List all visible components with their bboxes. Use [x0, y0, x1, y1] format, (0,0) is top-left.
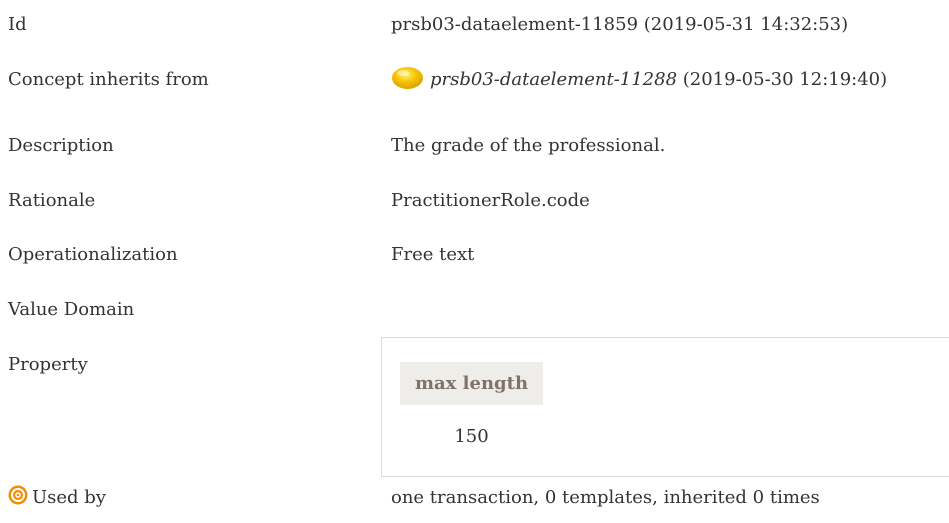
description-value: The grade of the professional.: [391, 135, 666, 156]
property-column-header: max length: [400, 362, 543, 405]
inherited-concept-date: (2019-05-30 12:19:40): [677, 69, 888, 90]
inherited-concept-id[interactable]: prsb03-dataelement-11288: [430, 69, 677, 90]
operationalization-label: Operationalization: [8, 244, 178, 265]
description-label: Description: [8, 135, 114, 156]
id-label: Id: [8, 14, 27, 35]
property-table: max length 150: [381, 337, 949, 477]
value-domain-label: Value Domain: [8, 299, 135, 320]
operationalization-value: Free text: [391, 244, 475, 265]
used-by-value[interactable]: one transaction, 0 templates, inherited …: [391, 487, 820, 508]
property-max-length-value: 150: [454, 426, 489, 447]
used-by-label: Used by: [32, 487, 106, 508]
id-value: prsb03-dataelement-11859 (2019-05-31 14:…: [391, 14, 849, 35]
concept-inherits-label: Concept inherits from: [8, 69, 209, 90]
target-icon: [8, 485, 28, 505]
rationale-value: PractitionerRole.code: [391, 190, 590, 211]
rationale-label: Rationale: [8, 190, 96, 211]
yellow-circle-icon: [392, 67, 423, 89]
concept-inherits-link[interactable]: prsb03-dataelement-11288 (2019-05-30 12:…: [430, 69, 887, 90]
property-label: Property: [8, 354, 88, 375]
